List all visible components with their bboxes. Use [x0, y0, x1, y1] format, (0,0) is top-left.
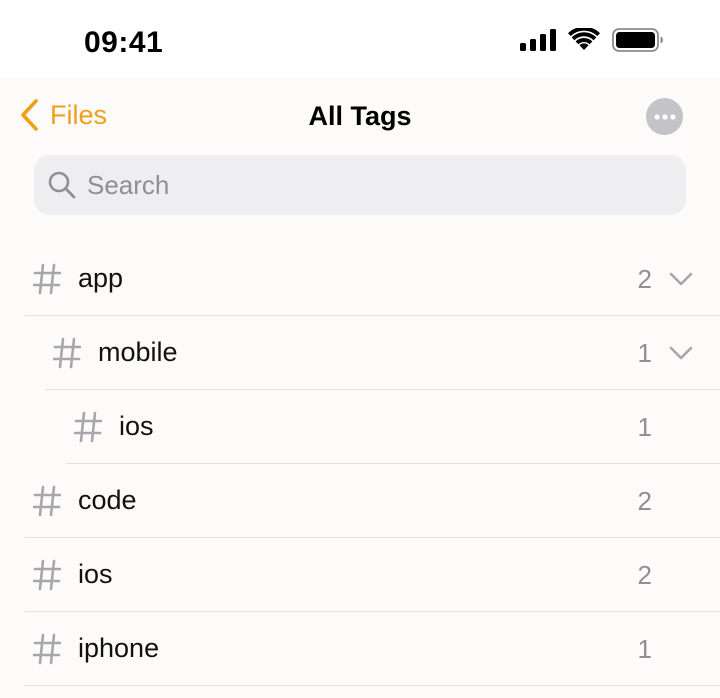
search-field[interactable] [34, 155, 686, 215]
tag-row[interactable]: ios 2 [25, 538, 720, 612]
tag-row[interactable]: mobile 1 [45, 316, 720, 390]
hash-icon [33, 633, 61, 665]
hash-icon [74, 411, 102, 443]
battery-icon [612, 28, 663, 52]
page-title: All Tags [308, 101, 412, 131]
navigation-bar: All Tags Files [0, 78, 720, 154]
tag-count: 2 [637, 486, 652, 516]
tag-count: 2 [637, 264, 652, 294]
tag-name: app [78, 263, 124, 293]
tag-name: ios [78, 559, 113, 589]
tag-row[interactable]: ios 1 [66, 390, 720, 464]
tag-count: 1 [637, 338, 652, 368]
hash-icon [53, 337, 81, 369]
tag-name: ios [119, 411, 154, 441]
tag-name: mobile [98, 337, 178, 367]
search-input[interactable] [87, 169, 647, 201]
chevron-down-icon[interactable] [669, 345, 693, 361]
cellular-signal-icon [520, 29, 556, 51]
wifi-icon [568, 28, 600, 50]
tag-count: 1 [637, 412, 652, 442]
tag-name: iphone [78, 633, 160, 663]
ellipsis-icon [653, 113, 676, 120]
hash-icon [33, 559, 61, 591]
tag-count: 1 [637, 634, 652, 664]
tag-row[interactable]: iphone 1 [25, 612, 720, 686]
chevron-down-icon[interactable] [669, 271, 693, 287]
status-icons [520, 28, 664, 52]
back-button[interactable]: Files [20, 98, 107, 132]
tag-row[interactable]: app 2 [25, 242, 720, 316]
search-icon [47, 170, 77, 200]
hash-icon [33, 263, 61, 295]
more-options-button[interactable] [646, 98, 683, 135]
status-bar: 09:41 [0, 0, 720, 78]
status-time: 09:41 [84, 26, 164, 59]
hash-icon [33, 485, 61, 517]
tag-row[interactable]: code 2 [25, 464, 720, 538]
tag-name: code [78, 485, 137, 515]
chevron-left-icon [21, 99, 38, 131]
tag-count: 2 [637, 560, 652, 590]
tag-list: app 2 mobile 1 ios 1 code 2 ios 2 iphone 1 [0, 242, 720, 686]
back-button-label: Files [50, 99, 108, 130]
